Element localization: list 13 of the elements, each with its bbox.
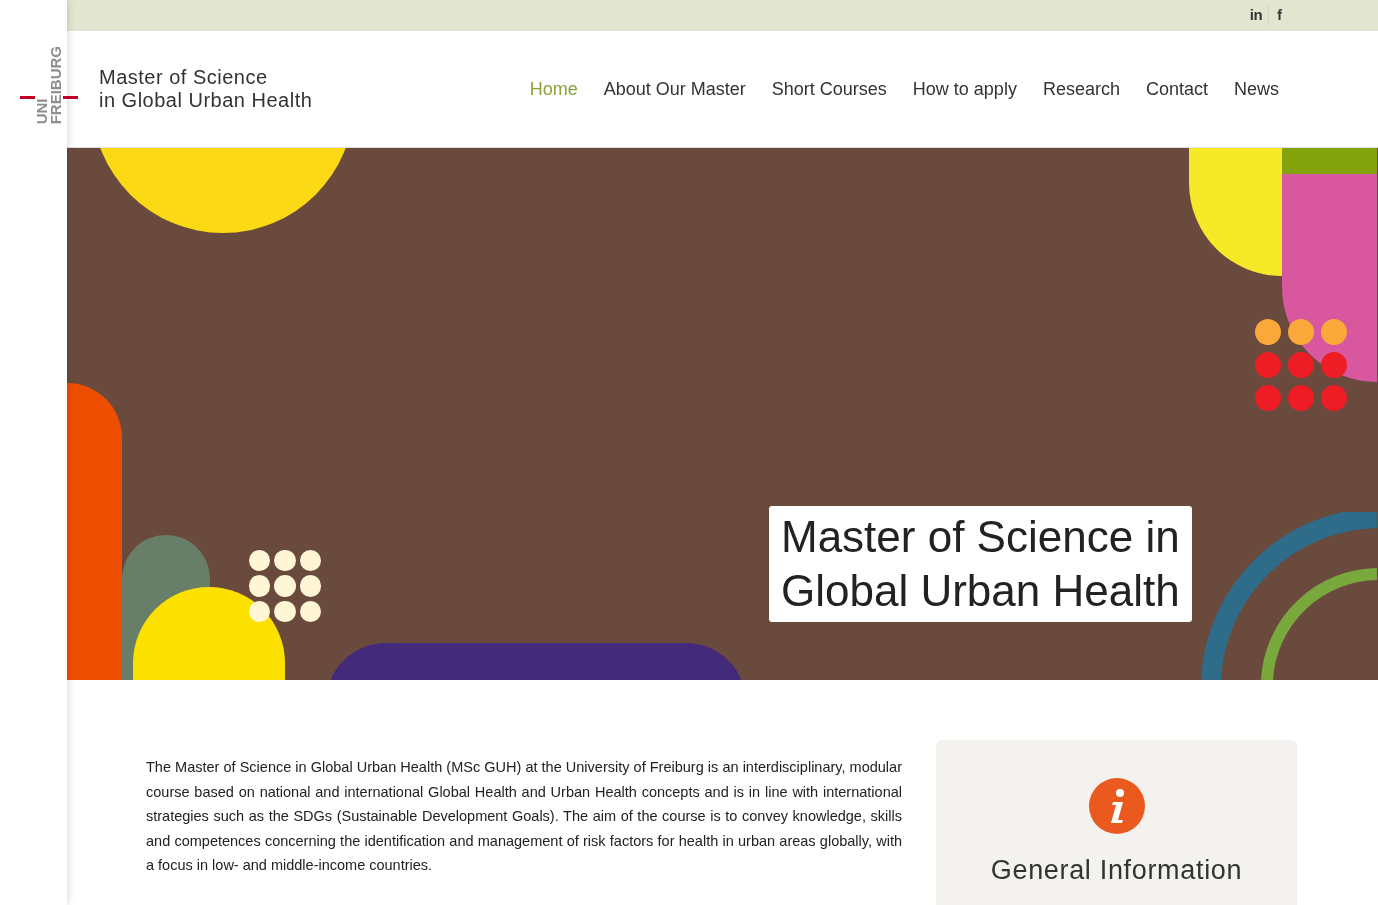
nav-link[interactable]: How to apply xyxy=(912,75,1017,103)
nav-link[interactable]: Contact xyxy=(1145,75,1208,103)
nav-link[interactable]: Research xyxy=(1042,75,1120,103)
facebook-link[interactable]: f xyxy=(1268,5,1290,26)
nav-link[interactable]: Short Courses xyxy=(771,75,887,103)
site-title[interactable]: Master of Science in Global Urban Health xyxy=(99,66,313,112)
nav-link[interactable]: About Our Master xyxy=(603,75,746,103)
linkedin-link[interactable]: in xyxy=(1243,4,1269,27)
hero-title: Master of Science in Global Urban Health xyxy=(769,506,1192,622)
info-icon xyxy=(1088,778,1145,834)
card-title: General Information xyxy=(990,854,1243,887)
intro-paragraph: The Master of Science in Global Urban Health (MSc GUH) at the University of Freiburg is an interdisciplinary, modular course based on national and international Global Health and Urban Health concepts and is in line with international strategies such as the SDGs (Sustainable Development Goals). The aim of the course is to convey knowledge, skills and competences concerning the identification and management of risk factors for health in urban areas globally, with a focus in low- and middle-income countries. xyxy=(146,758,902,876)
nav-link[interactable]: News xyxy=(1234,75,1279,103)
